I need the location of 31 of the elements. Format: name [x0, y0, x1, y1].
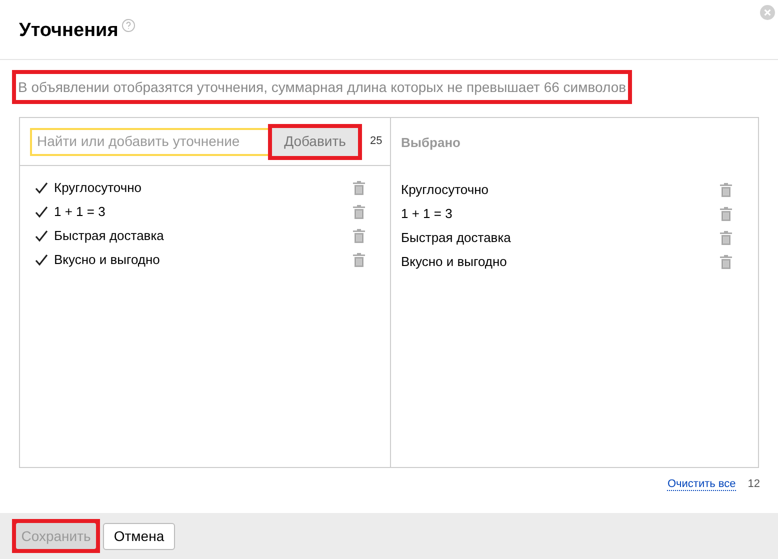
trash-icon[interactable]: [353, 181, 365, 195]
close-icon[interactable]: [760, 5, 775, 20]
search-field[interactable]: Найти или добавить уточнение: [30, 128, 270, 156]
suggestion-item[interactable]: 1 + 1 = 3: [54, 202, 353, 222]
trash-icon[interactable]: [353, 229, 365, 243]
selected-item: Круглосуточно: [401, 180, 490, 199]
check-icon[interactable]: [35, 182, 48, 194]
selected-item: 1 + 1 = 3: [401, 204, 454, 223]
panel-title: Выбрано: [401, 134, 462, 152]
counter: 12: [748, 476, 760, 492]
clear-all-link[interactable]: Очистить все: [667, 478, 736, 490]
trash-icon[interactable]: [720, 206, 732, 220]
trash-icon[interactable]: [720, 254, 732, 268]
add-button[interactable]: Добавить: [272, 128, 358, 156]
suggestion-item[interactable]: Вкусно и выгодно: [54, 250, 353, 270]
trash-icon[interactable]: [720, 230, 732, 244]
cancel-button[interactable]: Отмена: [103, 522, 175, 550]
check-icon[interactable]: [35, 230, 48, 242]
dialog-title: Уточнения: [19, 19, 118, 43]
trash-icon[interactable]: [353, 253, 365, 267]
trash-icon[interactable]: [720, 182, 732, 196]
hint-text: В объявлении отобразятся уточнения, суммарная длина которых не превышает 66 символов: [12, 70, 632, 104]
help-icon[interactable]: [122, 19, 136, 32]
counter: 25: [370, 134, 382, 150]
trash-icon[interactable]: [353, 205, 365, 219]
suggestion-item[interactable]: Круглосуточно: [54, 178, 353, 198]
selected-item: Вкусно и выгодно: [401, 252, 508, 271]
check-icon[interactable]: [35, 254, 48, 266]
check-icon[interactable]: [35, 206, 48, 218]
selected-item: Быстрая доставка: [401, 228, 512, 247]
suggestion-item[interactable]: Быстрая доставка: [54, 226, 353, 246]
